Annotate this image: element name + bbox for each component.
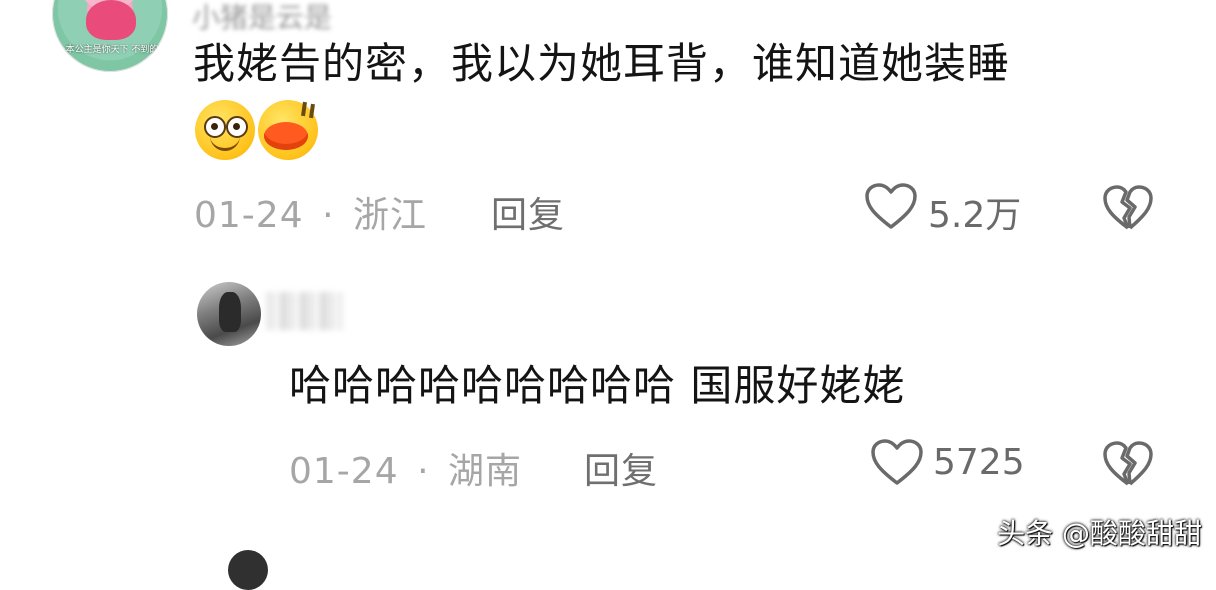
reply-comment-text: 哈哈哈哈哈哈哈哈哈 国服好姥姥 (289, 361, 906, 410)
avatar-pig-body (86, 0, 136, 40)
emoji-eye (204, 116, 226, 138)
comment-date: 01-24 (289, 451, 399, 492)
avatar-figure (219, 292, 241, 332)
like-count: 5725 (933, 442, 1025, 483)
reply-commenter-avatar[interactable] (197, 282, 261, 346)
emoji-mouth (210, 136, 240, 151)
meta-separator: · (417, 451, 430, 492)
smiling-face-emoji (195, 100, 255, 160)
meta-separator: · (322, 195, 335, 236)
reply-commenter-username-blurred[interactable] (266, 292, 342, 330)
comment-date: 01-24 (194, 195, 304, 236)
commenter-avatar[interactable]: 本公主是你天下 不到的 (52, 0, 168, 72)
broken-heart-icon[interactable] (1102, 440, 1154, 488)
avatar-caption: 本公主是你天下 不到的 (65, 45, 159, 55)
source-watermark: 头条 @酸酸甜甜 (997, 517, 1202, 550)
heart-outline-icon[interactable] (864, 182, 918, 232)
next-commenter-avatar[interactable] (228, 550, 268, 590)
reply-button[interactable]: 回复 (584, 442, 658, 494)
reply-button[interactable]: 回复 (491, 186, 565, 238)
reply-comment-meta: 01-24 · 湖南 (289, 442, 522, 494)
comment-meta: 01-24 · 浙江 (194, 186, 427, 238)
emoji-mark (309, 103, 315, 119)
duck-lips-emoji (258, 100, 318, 160)
broken-heart-icon[interactable] (1102, 184, 1154, 232)
comment-location: 浙江 (352, 195, 427, 236)
like-count: 5.2万 (928, 195, 1022, 236)
emoji-mark (301, 101, 307, 117)
comment-text: 我姥告的密，我以为她耳背，谁知道她装睡 (193, 39, 1011, 88)
commenter-username[interactable]: 小猪是云是 (192, 0, 332, 36)
comment-location: 湖南 (447, 451, 522, 492)
emoji-lips (264, 122, 308, 150)
emoji-eye (226, 116, 248, 138)
heart-outline-icon[interactable] (870, 438, 924, 488)
